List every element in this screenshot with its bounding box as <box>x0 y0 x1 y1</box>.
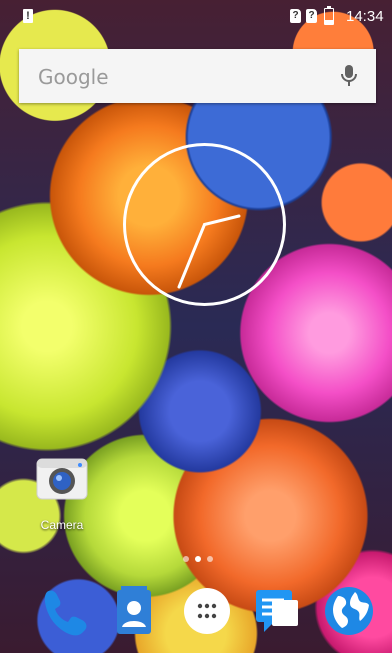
analog-clock-widget[interactable] <box>121 141 288 308</box>
mic-icon[interactable] <box>340 64 358 88</box>
dock <box>0 584 392 644</box>
sim-no-signal-icon: ? <box>306 9 317 23</box>
app-label: Camera <box>40 518 84 532</box>
page-indicator <box>183 556 213 564</box>
search-placeholder: Google <box>38 65 109 89</box>
phone-icon[interactable] <box>35 584 89 638</box>
page-dot <box>207 556 213 562</box>
camera-icon[interactable] <box>35 455 89 501</box>
clock-hour-hand <box>177 223 206 289</box>
page-dot-active <box>195 556 201 562</box>
alert-icon: ! <box>23 9 33 23</box>
status-time: 14:34 <box>346 8 384 25</box>
battery-icon <box>324 6 334 25</box>
app-drawer-icon[interactable] <box>180 584 234 638</box>
page-dot <box>183 556 189 562</box>
sim-no-signal-icon: ? <box>290 9 301 23</box>
contacts-icon[interactable] <box>107 584 161 638</box>
camera-app[interactable]: Camera <box>32 455 92 535</box>
status-bar: ! ? ? 14:34 <box>0 0 392 32</box>
clock-minute-hand <box>203 214 241 226</box>
globe-icon[interactable] <box>322 584 376 638</box>
google-search-bar[interactable]: Google <box>19 49 376 103</box>
messaging-icon[interactable] <box>250 584 304 638</box>
